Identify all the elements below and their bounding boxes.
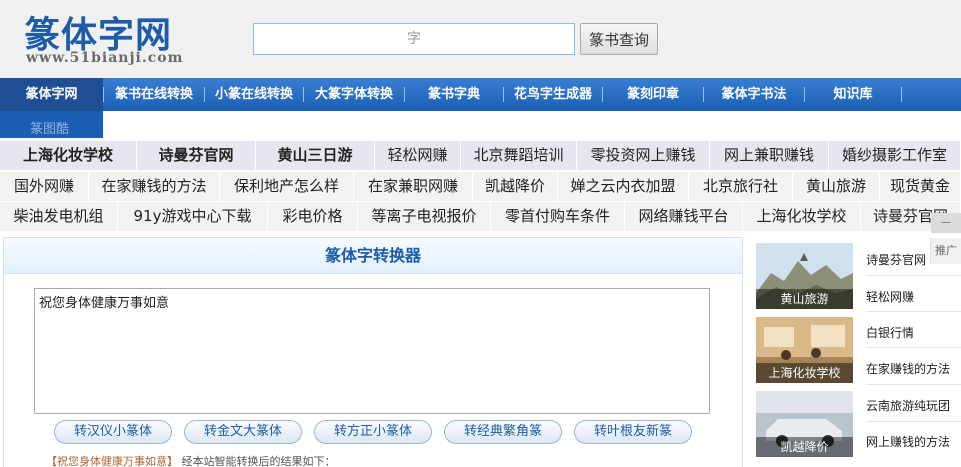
sidebar-link[interactable]: 在家赚钱的方法 — [866, 360, 950, 377]
link-item[interactable]: 在家兼职网赚 — [354, 172, 473, 201]
search-button[interactable]: 篆书查询 — [580, 23, 658, 55]
link-item[interactable]: 零首付购车条件 — [491, 202, 625, 231]
link-item[interactable]: 现货黄金 — [880, 172, 961, 201]
converter-header: 篆体字转换器 — [4, 238, 742, 274]
result-text: 经本站智能转换后的结果如下： — [181, 455, 336, 467]
link-item[interactable]: 网络赚钱平台 — [625, 202, 743, 231]
sub-nav — [0, 111, 961, 141]
nav-item-dictionary[interactable]: 篆书字典 — [405, 78, 503, 111]
nav-item-big-seal[interactable]: 大篆字体转换 — [304, 78, 404, 111]
convert-hanyi-small-seal-button[interactable]: 转汉仪小篆体 — [54, 420, 172, 444]
sidebar-divider — [866, 275, 961, 276]
sidebar-thumb-huangshan[interactable]: 黄山旅游 — [756, 243, 853, 309]
sidebar-link[interactable]: 轻松网赚 — [866, 288, 914, 305]
site-header: 篆体字网 www.51bianji.com 篆书查询 — [0, 0, 961, 78]
nav-item-seal-stamp[interactable]: 篆刻印章 — [603, 78, 703, 111]
sidebar-thumb-car[interactable]: 凯越降价 — [756, 391, 853, 457]
nav-separator — [901, 87, 902, 102]
sidebar-link[interactable]: 网上赚钱的方法 — [866, 433, 950, 450]
link-item[interactable]: 上海化妆学校 — [0, 141, 137, 170]
sidebar-link[interactable]: 诗曼芬官网 — [866, 251, 926, 268]
link-item[interactable]: 等离子电视报价 — [358, 202, 491, 231]
convert-yegenyou-seal-button[interactable]: 转叶根友新篆 — [574, 420, 692, 444]
link-item[interactable]: 柴油发电机组 — [0, 202, 118, 231]
nav-item-online-convert[interactable]: 篆书在线转换 — [104, 78, 204, 111]
link-item[interactable]: 零投资网上赚钱 — [577, 141, 710, 170]
link-item[interactable]: 诗曼芬官网 — [137, 141, 256, 170]
link-item[interactable]: 国外网赚 — [0, 172, 89, 201]
sidebar-thumb-makeup-school[interactable]: 上海化妆学校 — [756, 317, 853, 383]
link-item[interactable]: 彩电价格 — [268, 202, 358, 231]
thumb-caption: 上海化妆学校 — [756, 363, 853, 383]
converter-title: 篆体字转换器 — [324, 246, 421, 265]
link-item[interactable]: 婚纱摄影工作室 — [829, 141, 961, 170]
link-grid: 上海化妆学校 诗曼芬官网 黄山三日游 轻松网赚 北京舞蹈培训 零投资网上赚钱 网… — [0, 141, 961, 231]
sidebar-divider — [866, 347, 961, 348]
link-item[interactable]: 黄山三日游 — [256, 141, 375, 170]
sidebar-divider — [866, 421, 961, 422]
sidebar-link[interactable]: 云南旅游纯玩团 — [866, 397, 950, 414]
sidebar-divider — [866, 384, 961, 385]
result-note: 【祝您身体健康万事如意】 经本站智能转换后的结果如下： — [46, 453, 336, 467]
scroll-tab[interactable]: — — [931, 213, 961, 233]
nav-item-flower-bird[interactable]: 花鸟字生成器 — [504, 78, 602, 111]
search-input[interactable] — [253, 23, 575, 55]
convert-classic-angle-seal-button[interactable]: 转经典繁角篆 — [444, 420, 562, 444]
link-item[interactable]: 保利地产怎么样 — [220, 172, 354, 201]
link-item[interactable]: 北京旅行社 — [689, 172, 793, 201]
link-item[interactable]: 91y游戏中心下载 — [118, 202, 268, 231]
nav-item-knowledge[interactable]: 知识库 — [805, 78, 901, 111]
site-logo[interactable]: 篆体字网 www.51bianji.com — [24, 6, 204, 66]
link-item[interactable]: 网上兼职赚钱 — [710, 141, 829, 170]
nav-item-calligraphy[interactable]: 篆体字书法 — [704, 78, 804, 111]
link-item[interactable]: 上海化妆学校 — [743, 202, 861, 231]
result-quote: 【祝您身体健康万事如意】 — [46, 455, 178, 467]
link-item[interactable]: 轻松网赚 — [375, 141, 461, 170]
link-item[interactable]: 北京舞蹈培训 — [461, 141, 577, 170]
logo-url: www.51bianji.com — [26, 50, 184, 66]
link-item[interactable]: 婵之云内衣加盟 — [558, 172, 689, 201]
converter-panel: 篆体字转换器 转汉仪小篆体 转金文大篆体 转方正小篆体 转经典繁角篆 转叶根友新… — [3, 237, 743, 467]
convert-founder-small-seal-button[interactable]: 转方正小篆体 — [314, 420, 432, 444]
promo-corner-tab[interactable]: 推广 — [930, 238, 961, 264]
text-input-area[interactable] — [34, 288, 710, 414]
nav-item-small-seal[interactable]: 小篆在线转换 — [205, 78, 303, 111]
thumb-caption: 黄山旅游 — [756, 289, 853, 309]
nav-item-home[interactable]: 篆体字网 — [0, 78, 103, 111]
thumb-caption: 凯越降价 — [756, 437, 853, 457]
link-item[interactable]: 黄山旅游 — [793, 172, 880, 201]
sidebar-divider — [866, 311, 961, 312]
link-item[interactable]: 凯越降价 — [473, 172, 558, 201]
link-item[interactable]: 在家赚钱的方法 — [89, 172, 220, 201]
subnav-link[interactable]: 篆图酷 — [30, 118, 69, 137]
convert-bronze-big-seal-button[interactable]: 转金文大篆体 — [184, 420, 302, 444]
sidebar: 黄山旅游 上海化妆学校 凯越降价 诗曼芬官网 轻松网赚 白银行情 在家赚钱的方法… — [748, 237, 961, 467]
sidebar-link[interactable]: 白银行情 — [866, 324, 914, 341]
